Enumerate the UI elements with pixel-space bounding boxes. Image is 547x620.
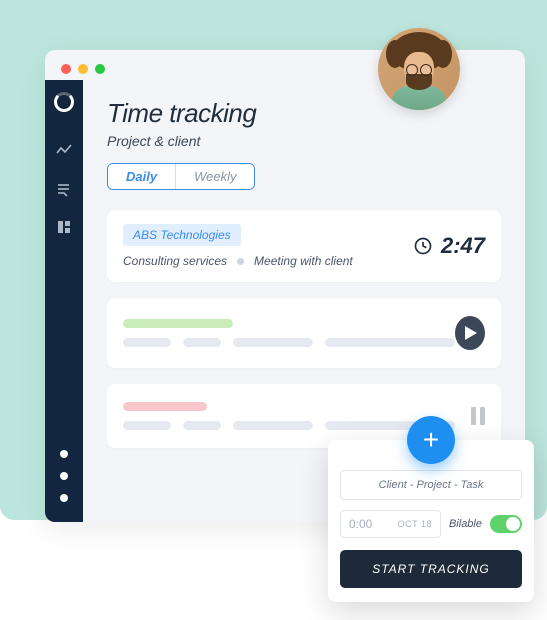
entry-meta: Consulting services Meeting with client <box>123 254 353 268</box>
entry-duration: 2:47 <box>441 233 485 259</box>
skeleton-bar <box>233 338 313 347</box>
sidebar <box>45 80 83 522</box>
billable-label: Bilable <box>449 518 482 530</box>
skeleton-bar <box>123 338 171 347</box>
time-input-date: OCT 18 <box>398 519 432 529</box>
skeleton-bar <box>123 402 207 411</box>
page-subtitle: Project & client <box>107 133 501 149</box>
view-tabs: Daily Weekly <box>107 163 255 190</box>
skeleton-bar <box>325 338 455 347</box>
close-window-button[interactable] <box>61 64 71 74</box>
play-icon <box>465 326 477 340</box>
user-avatar[interactable] <box>378 28 460 110</box>
play-button[interactable] <box>455 316 485 350</box>
time-input[interactable]: 0:00 OCT 18 <box>340 510 441 538</box>
pause-icon <box>471 407 476 425</box>
time-entry-placeholder[interactable] <box>107 298 501 368</box>
nav-list-icon[interactable] <box>55 180 73 198</box>
tab-daily[interactable]: Daily <box>108 164 175 189</box>
nav-activity-icon[interactable] <box>55 142 73 160</box>
entry-project: Consulting services <box>123 254 227 268</box>
add-entry-button[interactable]: + <box>407 416 455 464</box>
plus-icon: + <box>423 426 439 454</box>
sidebar-dot[interactable] <box>60 494 68 502</box>
app-logo-icon[interactable] <box>54 92 74 112</box>
entry-time: 2:47 <box>413 233 485 259</box>
tab-weekly[interactable]: Weekly <box>175 164 254 189</box>
skeleton-bar <box>183 338 221 347</box>
time-input-value: 0:00 <box>349 517 372 531</box>
entry-description-input[interactable]: Client - Project - Task <box>340 470 522 500</box>
entry-info: ABS Technologies Consulting services Mee… <box>123 224 353 268</box>
pause-button[interactable] <box>471 407 485 425</box>
skeleton-bar <box>233 421 313 430</box>
minimize-window-button[interactable] <box>78 64 88 74</box>
skeleton-bar <box>123 421 171 430</box>
sidebar-dot[interactable] <box>60 472 68 480</box>
new-entry-panel: + Client - Project - Task 0:00 OCT 18 Bi… <box>328 440 534 602</box>
pause-icon <box>480 407 485 425</box>
billable-toggle[interactable] <box>490 515 522 533</box>
nav-board-icon[interactable] <box>55 218 73 236</box>
client-tag: ABS Technologies <box>123 224 241 246</box>
entry-task: Meeting with client <box>254 254 353 268</box>
avatar-image <box>378 28 460 110</box>
start-tracking-button[interactable]: START TRACKING <box>340 550 522 588</box>
time-entry-card[interactable]: ABS Technologies Consulting services Mee… <box>107 210 501 282</box>
clock-icon <box>413 236 433 256</box>
skeleton-bar <box>183 421 221 430</box>
sidebar-dot[interactable] <box>60 450 68 458</box>
skeleton-bar <box>123 319 233 328</box>
sidebar-footer-dots <box>60 450 68 502</box>
maximize-window-button[interactable] <box>95 64 105 74</box>
separator-dot-icon <box>237 258 244 265</box>
